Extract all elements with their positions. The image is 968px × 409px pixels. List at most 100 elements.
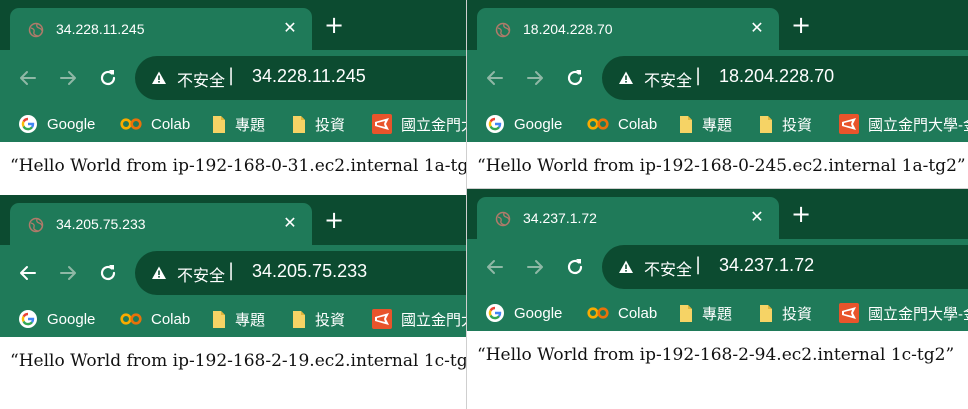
warning-triangle-icon[interactable]: [618, 259, 634, 275]
close-tab-icon[interactable]: ✕: [747, 205, 767, 229]
security-status-label[interactable]: 不安全: [644, 256, 692, 280]
reload-icon[interactable]: [94, 64, 122, 92]
close-tab-icon[interactable]: ✕: [747, 16, 767, 40]
browser-tab[interactable]: 34.237.1.72 ✕: [477, 197, 779, 239]
browser-tab[interactable]: 34.205.75.233 ✕: [10, 203, 312, 245]
browser-tab[interactable]: 34.228.11.245 ✕: [10, 8, 312, 50]
forward-arrow-icon[interactable]: [521, 64, 549, 92]
close-tab-icon[interactable]: ✕: [280, 211, 300, 235]
tab-strip: 34.205.75.233 ✕ +: [0, 195, 466, 245]
bookmark-folder[interactable]: 專題: [212, 306, 265, 332]
toolbar: 不安全 | 34.205.75.233: [0, 245, 466, 301]
bookmark-label: 投資: [315, 311, 346, 329]
url-text[interactable]: 34.237.1.72: [719, 255, 814, 276]
bookmark-university[interactable]: 國立金門大學-金門大學入口網: [839, 111, 968, 137]
warning-triangle-icon[interactable]: [151, 265, 167, 281]
warning-triangle-icon[interactable]: [618, 70, 634, 86]
browser-window-3: 34.205.75.233 ✕ + 不安全 | 34.205.75.233 Go…: [0, 195, 466, 408]
bookmark-folder[interactable]: 投資: [759, 300, 812, 326]
url-text[interactable]: 18.204.228.70: [719, 66, 834, 87]
bookmark-label: Google: [514, 115, 563, 133]
new-tab-button[interactable]: +: [785, 10, 817, 40]
security-status-label[interactable]: 不安全: [177, 262, 225, 286]
close-tab-icon[interactable]: ✕: [280, 16, 300, 40]
tab-strip: 18.204.228.70 ✕ +: [467, 0, 968, 50]
bookmark-label: 專題: [235, 116, 266, 134]
bookmark-label: Colab: [618, 115, 658, 133]
bookmark-university[interactable]: 國立金門大學-金門大學入口網: [372, 111, 466, 137]
bookmark-colab[interactable]: Colab: [587, 111, 657, 137]
bookmark-label: Colab: [618, 304, 658, 322]
browser-window-2: 18.204.228.70 ✕ + 不安全 | 18.204.228.70 Go…: [466, 0, 968, 195]
bookmark-university[interactable]: 國立金門大學-金門大學入口網: [372, 306, 466, 332]
reload-icon[interactable]: [561, 253, 589, 281]
tab-strip: 34.237.1.72 ✕ +: [467, 189, 968, 239]
url-text[interactable]: 34.205.75.233: [252, 261, 367, 282]
bookmarks-bar: Google Colab 專題 投資 國立金門大學-金門大學入口網: [467, 295, 968, 331]
security-status-label[interactable]: 不安全: [177, 67, 225, 91]
bookmarks-bar: Google Colab 專題 投資 國立金門大學-金門大學入口網: [467, 106, 968, 142]
address-bar[interactable]: 不安全 | 34.237.1.72: [602, 245, 968, 289]
bookmark-label: Google: [47, 115, 96, 133]
back-arrow-icon[interactable]: [481, 64, 509, 92]
university-icon: [372, 114, 392, 134]
reload-icon[interactable]: [94, 259, 122, 287]
address-bar[interactable]: 不安全 | 18.204.228.70: [602, 56, 968, 100]
folder-icon: [679, 303, 693, 323]
page-text: “Hello World from ip-192-168-2-94.ec2.in…: [477, 345, 955, 365]
browser-tab[interactable]: 18.204.228.70 ✕: [477, 8, 779, 50]
folder-icon: [212, 309, 226, 329]
new-tab-button[interactable]: +: [785, 199, 817, 229]
bookmark-google[interactable]: Google: [18, 306, 95, 332]
bookmark-label: Google: [514, 304, 563, 322]
forward-arrow-icon[interactable]: [521, 253, 549, 281]
bookmark-folder[interactable]: 投資: [292, 306, 345, 332]
bookmark-google[interactable]: Google: [485, 300, 562, 326]
colab-icon: [120, 117, 142, 131]
new-tab-button[interactable]: +: [318, 205, 350, 235]
forward-arrow-icon[interactable]: [54, 64, 82, 92]
page-content: “Hello World from ip-192-168-2-94.ec2.in…: [467, 331, 968, 409]
tab-title: 34.228.11.245: [56, 21, 145, 37]
bookmark-colab[interactable]: Colab: [120, 111, 190, 137]
address-separator: |: [228, 65, 235, 86]
back-arrow-icon[interactable]: [14, 64, 42, 92]
bookmark-folder[interactable]: 專題: [679, 300, 732, 326]
new-tab-button[interactable]: +: [318, 10, 350, 40]
university-icon: [372, 309, 392, 329]
bookmark-folder[interactable]: 投資: [292, 111, 345, 137]
bookmark-google[interactable]: Google: [18, 111, 95, 137]
bookmark-folder[interactable]: 專題: [679, 111, 732, 137]
bookmark-colab[interactable]: Colab: [587, 300, 657, 326]
bookmarks-bar: Google Colab 專題 投資 國立金門大學-金門大學入口網: [0, 301, 466, 337]
folder-icon: [292, 309, 306, 329]
colab-icon: [587, 306, 609, 320]
bookmark-label: 國立金門大學-金門大學入口網: [401, 311, 466, 329]
reload-icon[interactable]: [561, 64, 589, 92]
browser-window-1: 34.228.11.245 ✕ + 不安全 | 34.228.11.245 Go…: [0, 0, 466, 190]
address-bar[interactable]: 不安全 | 34.228.11.245: [135, 56, 466, 100]
folder-icon: [212, 114, 226, 134]
url-text[interactable]: 34.228.11.245: [252, 66, 366, 87]
bookmark-label: 國立金門大學-金門大學入口網: [868, 305, 968, 323]
tab-title: 18.204.228.70: [523, 21, 613, 37]
tab-strip: 34.228.11.245 ✕ +: [0, 0, 466, 50]
page-content: “Hello World from ip-192-168-2-19.ec2.in…: [0, 337, 466, 408]
bookmark-label: 專題: [702, 116, 733, 134]
bookmark-google[interactable]: Google: [485, 111, 562, 137]
google-icon: [18, 309, 38, 329]
security-status-label[interactable]: 不安全: [644, 67, 692, 91]
back-arrow-icon[interactable]: [481, 253, 509, 281]
back-arrow-icon[interactable]: [14, 259, 42, 287]
warning-triangle-icon[interactable]: [151, 70, 167, 86]
bookmark-colab[interactable]: Colab: [120, 306, 190, 332]
bookmark-folder[interactable]: 專題: [212, 111, 265, 137]
folder-icon: [759, 303, 773, 323]
bookmark-university[interactable]: 國立金門大學-金門大學入口網: [839, 300, 968, 326]
address-separator: |: [695, 254, 702, 275]
address-bar[interactable]: 不安全 | 34.205.75.233: [135, 251, 466, 295]
bookmark-folder[interactable]: 投資: [759, 111, 812, 137]
forward-arrow-icon[interactable]: [54, 259, 82, 287]
bookmark-label: 專題: [702, 305, 733, 323]
globe-icon: [495, 211, 511, 227]
